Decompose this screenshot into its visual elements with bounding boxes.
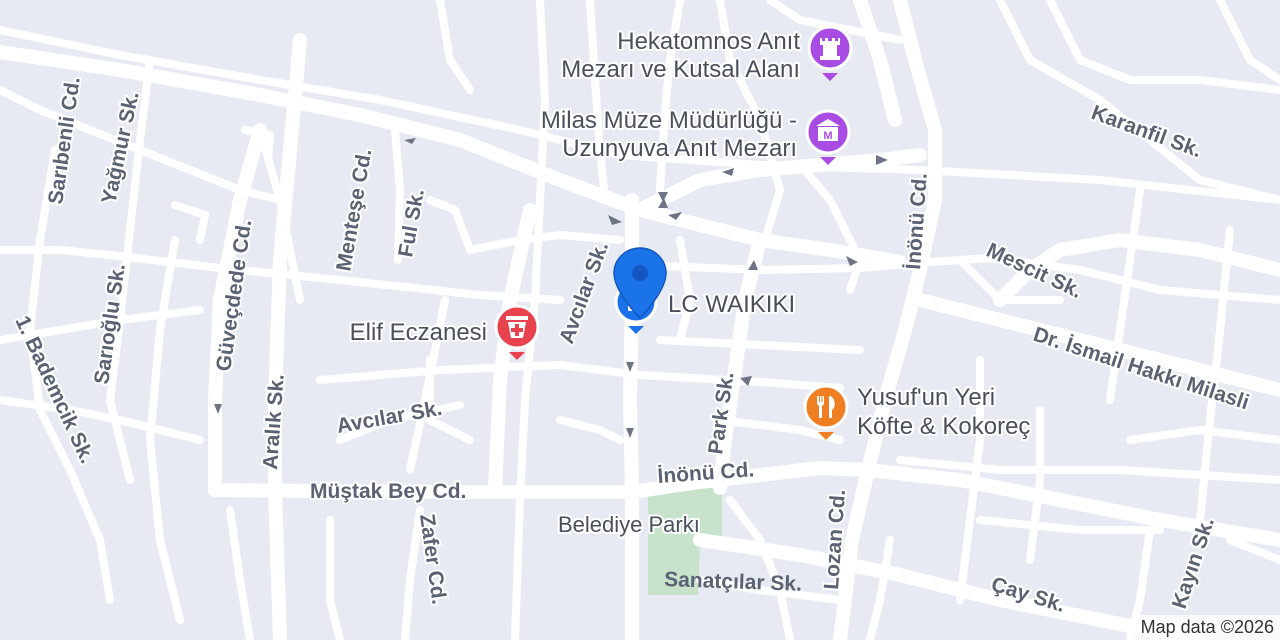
map-attribution: Map data ©2026	[1132, 615, 1280, 640]
map-canvas[interactable]: Sarıbenli Cd. Yağmur Sk. Sarıoğlu Sk. 1.…	[0, 0, 1280, 640]
poi-label: Hekatomnos Anıt	[617, 28, 800, 55]
svg-text:M: M	[823, 130, 832, 142]
poi-label: Elif Eczanesi	[350, 319, 487, 346]
park-label: Belediye Parkı	[558, 512, 700, 537]
street-label: Müştak Bey Cd.	[310, 480, 466, 503]
poi-label: LC WAIKIKI	[668, 291, 795, 318]
poi-label: Milas Müze Müdürlüğü -	[541, 107, 797, 134]
poi-label: Köfte & Kokoreç	[857, 413, 1030, 440]
map-svg[interactable]: Sarıbenli Cd. Yağmur Sk. Sarıoğlu Sk. 1.…	[0, 0, 1280, 640]
poi-label: Uzunyuva Anıt Mezarı	[562, 135, 797, 162]
poi-label: Yusuf'un Yeri	[857, 384, 995, 411]
street-label: Sanatçılar Sk.	[664, 568, 802, 596]
poi-label: Mezarı ve Kutsal Alanı	[561, 56, 800, 83]
